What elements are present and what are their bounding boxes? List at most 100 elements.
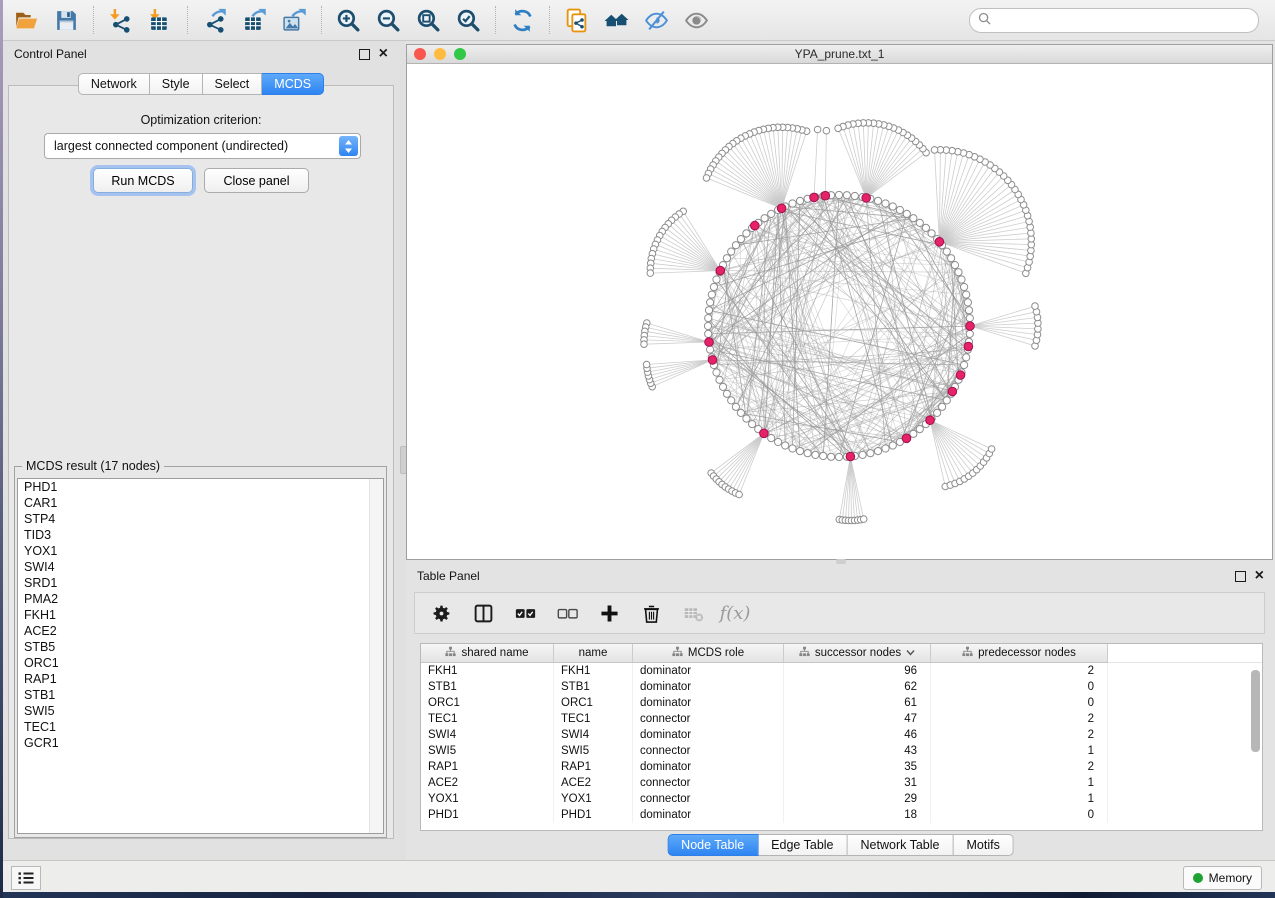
close-panel-icon[interactable]: × xyxy=(379,48,388,60)
hide-graphics-details-icon[interactable] xyxy=(643,7,670,34)
mcds-result-item[interactable]: RAP1 xyxy=(18,671,383,687)
tab-edge-table[interactable]: Edge Table xyxy=(758,834,847,856)
show-graphics-details-icon[interactable] xyxy=(683,7,710,34)
open-file-icon[interactable] xyxy=(13,7,40,34)
save-session-icon[interactable] xyxy=(53,7,80,34)
table-row[interactable]: SWI4SWI4dominator462 xyxy=(421,727,1262,743)
delete-icon[interactable] xyxy=(639,601,663,625)
memory-button[interactable]: Memory xyxy=(1183,866,1262,890)
tab-label: MCDS xyxy=(274,77,311,91)
function-builder-icon[interactable]: f(x) xyxy=(723,601,747,625)
criterion-dropdown[interactable]: largest connected component (undirected) xyxy=(44,133,361,159)
table-row[interactable]: RAP1RAP1dominator352 xyxy=(421,759,1262,775)
table-cell: dominator xyxy=(633,759,784,775)
search-box[interactable] xyxy=(969,8,1259,33)
home-icon[interactable] xyxy=(603,7,630,34)
mcds-result-item[interactable]: PMA2 xyxy=(18,591,383,607)
table-row[interactable]: YOX1YOX1connector291 xyxy=(421,791,1262,807)
tab-network-table[interactable]: Network Table xyxy=(848,834,954,856)
window-maximize-icon[interactable] xyxy=(454,48,466,60)
node-table[interactable]: shared namename MCDS role successor nodes p… xyxy=(420,643,1263,831)
network-view-window: YPA_prune.txt_1 xyxy=(406,44,1273,560)
table-cell: 2 xyxy=(931,663,1108,679)
table-row[interactable]: PHD1PHD1dominator180 xyxy=(421,807,1262,823)
zoom-selected-icon[interactable] xyxy=(455,7,482,34)
table-row[interactable]: TEC1TEC1connector472 xyxy=(421,711,1262,727)
column-header-name[interactable]: name xyxy=(554,644,633,663)
zoom-out-icon[interactable] xyxy=(375,7,402,34)
mcds-result-item[interactable]: SWI5 xyxy=(18,703,383,719)
mcds-result-item[interactable]: PHD1 xyxy=(18,479,383,495)
result-list-scrollbar[interactable] xyxy=(369,479,383,833)
table-cell: 31 xyxy=(784,775,931,791)
mcds-result-item[interactable]: ACE2 xyxy=(18,623,383,639)
deselect-all-icon[interactable] xyxy=(555,601,579,625)
search-input[interactable] xyxy=(996,13,1254,29)
table-mode-icon[interactable] xyxy=(429,601,453,625)
share-document-icon[interactable] xyxy=(563,7,590,34)
close-table-panel-icon[interactable]: × xyxy=(1255,570,1264,582)
export-network-icon[interactable] xyxy=(201,7,228,34)
add-icon[interactable] xyxy=(597,601,621,625)
mcds-result-list[interactable]: PHD1CAR1STP4TID3YOX1SWI4SRD1PMA2FKH1ACE2… xyxy=(17,478,384,834)
import-table-from-file-icon[interactable] xyxy=(147,7,174,34)
column-label: successor nodes xyxy=(815,647,901,659)
column-header-shared-name[interactable]: shared name xyxy=(421,644,554,663)
tab-motifs[interactable]: Motifs xyxy=(953,834,1013,856)
mcds-result-item[interactable]: TEC1 xyxy=(18,719,383,735)
tab-select[interactable]: Select xyxy=(203,73,263,95)
table-cell: connector xyxy=(633,743,784,759)
tab-mcds[interactable]: MCDS xyxy=(262,73,324,95)
network-window-titlebar[interactable]: YPA_prune.txt_1 xyxy=(407,45,1272,64)
mcds-result-item[interactable]: SWI4 xyxy=(18,559,383,575)
network-canvas[interactable] xyxy=(407,64,1272,560)
mcds-result-item[interactable]: STB1 xyxy=(18,687,383,703)
mcds-result-item[interactable]: GCR1 xyxy=(18,735,383,751)
window-minimize-icon[interactable] xyxy=(434,48,446,60)
run-mcds-button[interactable]: Run MCDS xyxy=(93,168,193,193)
tab-node-table[interactable]: Node Table xyxy=(667,834,758,856)
zoom-fit-icon[interactable] xyxy=(415,7,442,34)
column-header-successor-nodes[interactable]: successor nodes xyxy=(784,644,931,663)
show-columns-icon[interactable] xyxy=(471,601,495,625)
mcds-result-item[interactable]: TID3 xyxy=(18,527,383,543)
table-cell: 29 xyxy=(784,791,931,807)
column-label: MCDS role xyxy=(688,647,744,659)
table-row[interactable]: FKH1FKH1dominator962 xyxy=(421,663,1262,679)
mcds-result-item[interactable]: ORC1 xyxy=(18,655,383,671)
export-table-icon[interactable] xyxy=(241,7,268,34)
export-image-icon[interactable] xyxy=(281,7,308,34)
zoom-in-icon[interactable] xyxy=(335,7,362,34)
task-history-button[interactable] xyxy=(11,866,41,890)
vertical-splitter[interactable] xyxy=(399,41,406,860)
mcds-result-item[interactable]: FKH1 xyxy=(18,607,383,623)
table-cell: 18 xyxy=(784,807,931,823)
select-all-icon[interactable] xyxy=(513,601,537,625)
tab-style[interactable]: Style xyxy=(150,73,203,95)
mcds-result-item[interactable]: YOX1 xyxy=(18,543,383,559)
float-table-panel-icon[interactable] xyxy=(1235,571,1246,582)
horizontal-splitter-handle[interactable] xyxy=(836,559,846,564)
mcds-result-item[interactable]: CAR1 xyxy=(18,495,383,511)
mcds-result-item[interactable]: STP4 xyxy=(18,511,383,527)
mcds-result-item[interactable]: SRD1 xyxy=(18,575,383,591)
table-row[interactable]: STB1STB1dominator620 xyxy=(421,679,1262,695)
apply-layout-icon[interactable] xyxy=(509,7,536,34)
column-header-mcds-role[interactable]: MCDS role xyxy=(633,644,784,663)
table-cell: YOX1 xyxy=(554,791,633,807)
table-row[interactable]: ORC1ORC1dominator610 xyxy=(421,695,1262,711)
tab-network[interactable]: Network xyxy=(78,73,150,95)
float-panel-icon[interactable] xyxy=(359,49,370,60)
close-panel-button[interactable]: Close panel xyxy=(204,168,309,193)
delete-table-icon[interactable] xyxy=(681,601,705,625)
table-row[interactable]: SWI5SWI5connector431 xyxy=(421,743,1262,759)
mcds-result-item[interactable]: STB5 xyxy=(18,639,383,655)
window-close-icon[interactable] xyxy=(414,48,426,60)
table-row[interactable]: ACE2ACE2connector311 xyxy=(421,775,1262,791)
search-icon xyxy=(978,12,991,30)
column-header-predecessor-nodes[interactable]: predecessor nodes xyxy=(931,644,1108,663)
import-network-from-file-icon[interactable] xyxy=(107,7,134,34)
table-cell: connector xyxy=(633,791,784,807)
table-cell: FKH1 xyxy=(554,663,633,679)
table-scrollbar[interactable] xyxy=(1251,670,1260,752)
